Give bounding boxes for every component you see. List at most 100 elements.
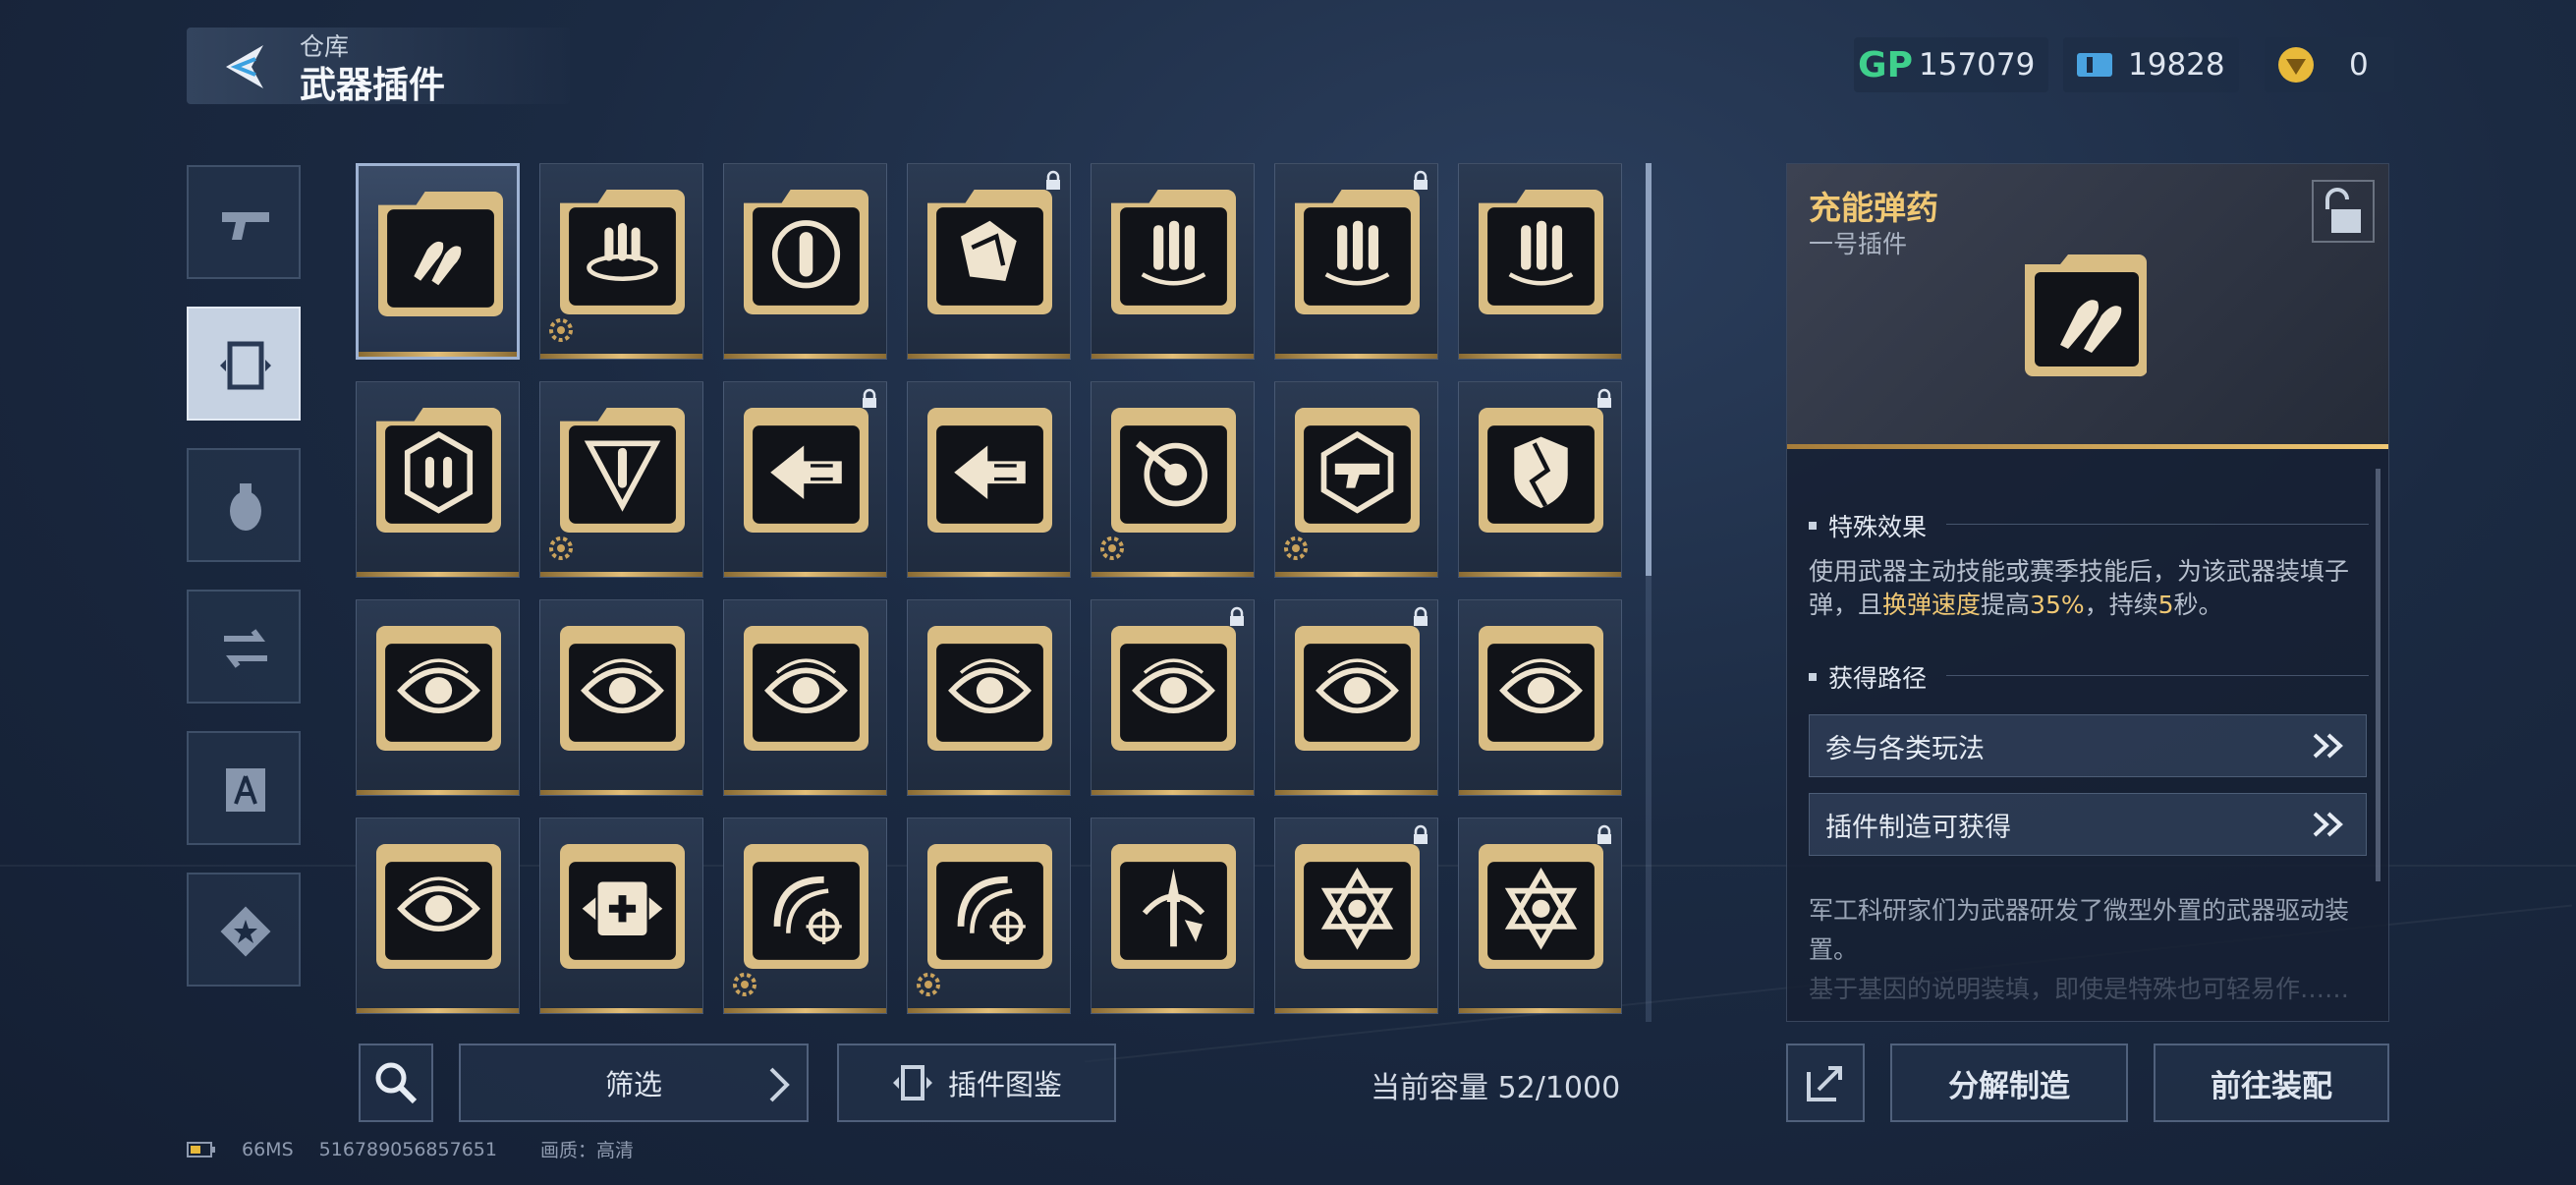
plugin-frame [744, 408, 868, 533]
plugin-name: 充能弹药 [1809, 189, 1938, 227]
rarity-bar [908, 790, 1070, 795]
plugin-tile[interactable] [539, 599, 703, 796]
plugin-frame [1479, 844, 1603, 969]
source-label: 插件制造可获得 [1825, 812, 2011, 843]
lock-toggle-button[interactable] [2312, 180, 2375, 243]
plugin-slot: 一号插件 [1809, 230, 1908, 258]
rarity-bar [357, 790, 519, 795]
plugin-frame [1111, 844, 1236, 969]
plugin-tile[interactable] [1274, 163, 1438, 360]
category-character[interactable] [187, 731, 301, 845]
plugin-tile[interactable] [907, 163, 1071, 360]
quality-text: 画质：高清 [539, 1140, 634, 1161]
plugin-tile[interactable] [1458, 163, 1622, 360]
section-rule [1946, 675, 2369, 676]
rarity-bar [357, 572, 519, 577]
external-link-icon [1807, 1066, 1842, 1101]
rarity-bar [1275, 354, 1437, 359]
category-transfer[interactable] [187, 590, 301, 704]
plugin-tile[interactable] [907, 381, 1071, 578]
category-weapons[interactable] [187, 165, 301, 279]
plugin-card-icon [220, 341, 271, 390]
filter-button[interactable]: 筛选 [459, 1044, 809, 1122]
detail-scrollbar[interactable] [2376, 469, 2380, 881]
plugin-tile[interactable] [1091, 818, 1255, 1014]
rarity-bar [540, 1008, 702, 1013]
currency-medal-value: 0 [2349, 47, 2369, 83]
search-button[interactable] [359, 1044, 433, 1122]
double-chevron-icon [2313, 733, 2343, 759]
plugin-tile[interactable] [1458, 818, 1622, 1014]
plugin-tile[interactable] [723, 599, 887, 796]
source-route-craft[interactable]: 插件制造可获得 [1809, 793, 2367, 856]
codex-button[interactable]: 插件图鉴 [837, 1044, 1116, 1122]
category-badges[interactable] [187, 873, 301, 987]
gold-divider [1787, 444, 2388, 449]
grenade-icon [230, 483, 261, 531]
rarity-bar [1275, 1008, 1437, 1013]
rarity-bar [540, 354, 702, 359]
plugin-tile[interactable] [1091, 599, 1255, 796]
plugin-tile[interactable] [539, 381, 703, 578]
plugin-frame [927, 408, 1052, 533]
currency-ticket-value: 19828 [2128, 47, 2225, 83]
plugin-tile[interactable] [1091, 163, 1255, 360]
section-rule [1946, 524, 2369, 525]
gear-icon [549, 536, 573, 560]
plugin-tile[interactable] [1458, 599, 1622, 796]
grid-scrollbar-thumb[interactable] [1646, 163, 1652, 576]
plugin-tile[interactable] [356, 381, 520, 578]
source-title: 获得路径 [1828, 664, 1928, 693]
decompose-button[interactable]: 分解制造 [1890, 1044, 2128, 1122]
plugin-frame [744, 844, 868, 969]
plugin-tile[interactable] [1458, 381, 1622, 578]
gear-icon [549, 318, 573, 342]
effect-text: ，持续 [2084, 591, 2158, 619]
page-header: 仓库 武器插件 [187, 28, 570, 106]
rarity-bar [1459, 572, 1621, 577]
back-arrow-icon[interactable] [216, 37, 275, 96]
plugin-tile[interactable] [539, 818, 703, 1014]
rarity-bar [724, 572, 886, 577]
plugin-tile[interactable] [356, 599, 520, 796]
plugin-tile[interactable] [356, 163, 520, 360]
plugin-frame [560, 190, 685, 314]
lock-icon [1414, 170, 1428, 190]
category-grenades[interactable] [187, 448, 301, 562]
codex-label: 插件图鉴 [947, 1068, 1062, 1101]
transfer-icon [224, 629, 267, 668]
source-route-modes[interactable]: 参与各类玩法 [1809, 714, 2367, 777]
plugin-tile[interactable] [1091, 381, 1255, 578]
equip-button[interactable]: 前往装配 [2154, 1044, 2389, 1122]
plugin-frame [376, 844, 501, 969]
category-plugins[interactable] [187, 307, 301, 421]
plugin-tile[interactable] [539, 163, 703, 360]
share-button[interactable] [1786, 1044, 1865, 1122]
rarity-bar [1092, 1008, 1254, 1013]
plugin-tile[interactable] [1274, 381, 1438, 578]
plugin-frame [1295, 844, 1420, 969]
plugin-frame [378, 192, 503, 316]
plugin-frame [1479, 408, 1603, 533]
plugin-frame [376, 408, 501, 533]
source-label: 参与各类玩法 [1825, 733, 1985, 764]
plugin-tile[interactable] [723, 381, 887, 578]
currency-gp-value: 157079 [1919, 47, 2036, 83]
plugin-tile[interactable] [723, 818, 887, 1014]
plugin-tile[interactable] [907, 818, 1071, 1014]
rarity-bar [1092, 354, 1254, 359]
plugin-tile[interactable] [907, 599, 1071, 796]
lock-icon [1046, 170, 1060, 190]
plugin-tile[interactable] [356, 818, 520, 1014]
currency-ticket: 19828 [2063, 37, 2239, 92]
plugin-tile[interactable] [1274, 818, 1438, 1014]
lore-line-faded: 基于基因的说明装填，即使是特殊也可轻易作…… [1809, 975, 2350, 1003]
rarity-bar [724, 790, 886, 795]
source-heading: 获得路径 [1809, 659, 2369, 695]
pistol-icon [222, 212, 269, 240]
effect-highlight-stat: 换弹速度 [1882, 591, 1982, 619]
plugin-tile[interactable] [723, 163, 887, 360]
rarity-bar [1459, 354, 1621, 359]
lock-icon [1597, 388, 1611, 408]
plugin-tile[interactable] [1274, 599, 1438, 796]
